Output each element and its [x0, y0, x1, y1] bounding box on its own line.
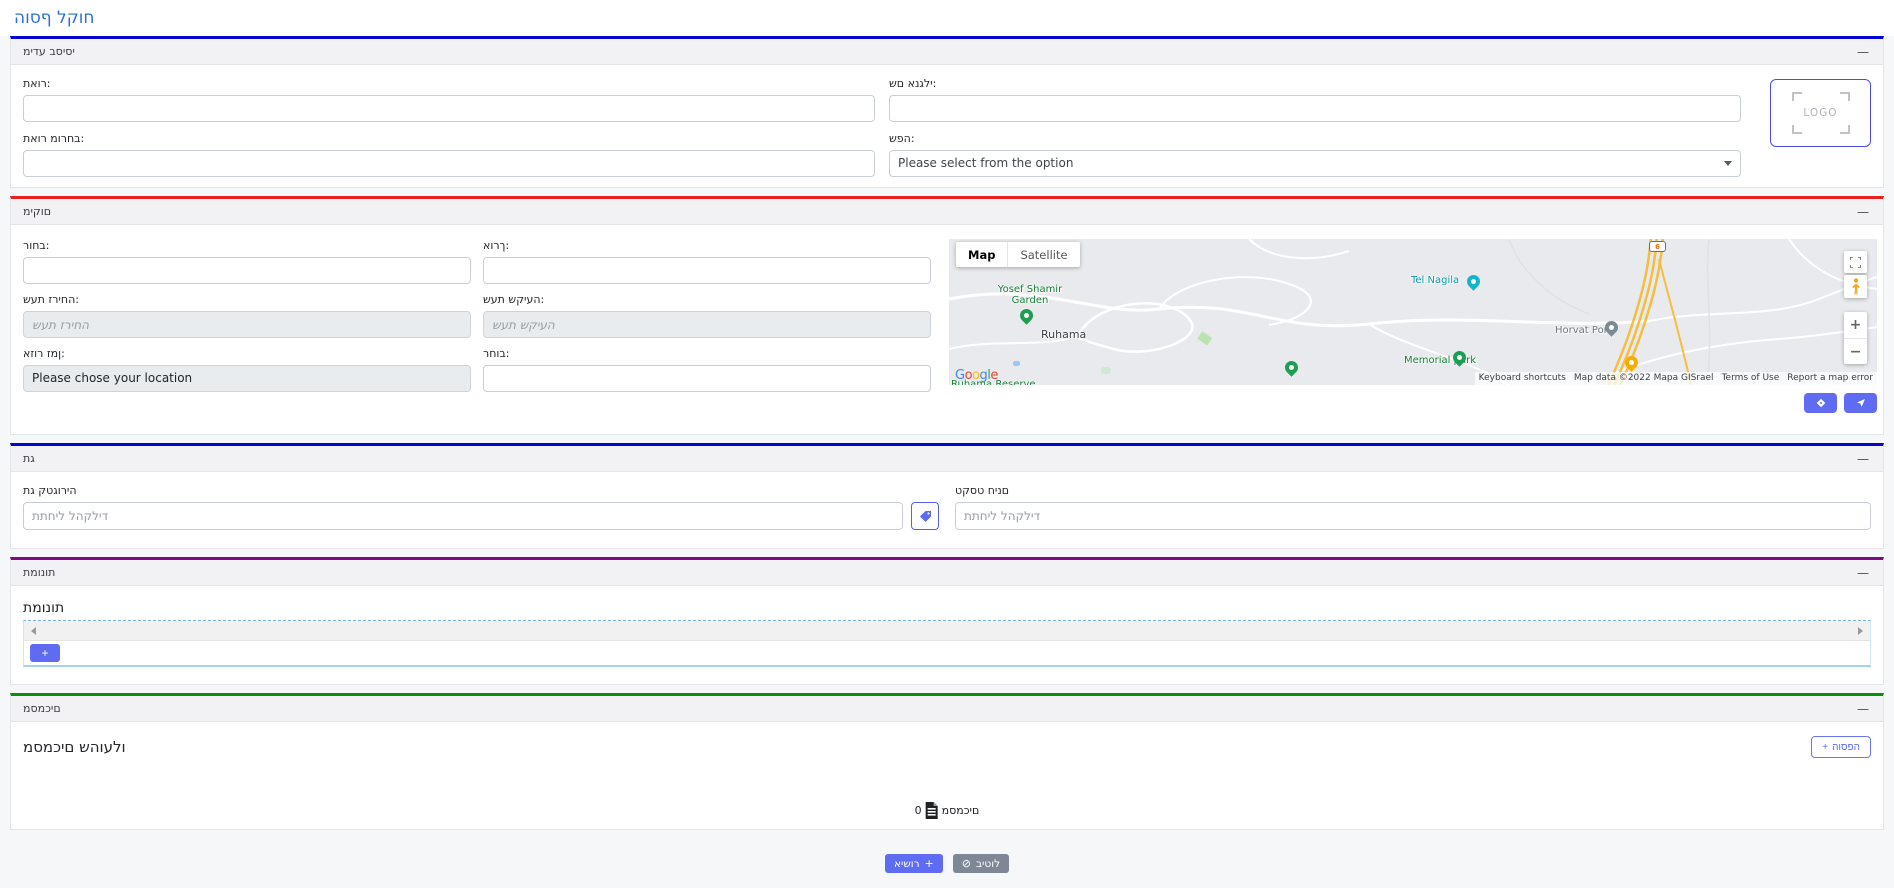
page-header: הוסף לקוח [0, 0, 1894, 36]
latitude-label: רוחב: [23, 239, 471, 252]
zoom-control: + − [1844, 312, 1867, 364]
section-documents-title: מסמכים [23, 702, 61, 715]
tag-picker-button[interactable] [911, 502, 939, 530]
zoom-in-button[interactable]: + [1844, 312, 1867, 338]
route-icon [1816, 398, 1826, 408]
document-icon [925, 802, 939, 819]
documents-count-label: מסמכים [942, 804, 980, 817]
navigate-button[interactable] [1844, 393, 1877, 413]
logo-corner-icon [1792, 125, 1802, 134]
description-label: תאור: [23, 77, 875, 90]
section-basic-info: מידע בסיסי — תאור: שם אנגלי: תאור מורחב:… [10, 36, 1884, 188]
map-marker-label: Ruhama [1041, 329, 1086, 340]
route-shield-icon: 6 [1649, 241, 1666, 252]
section-documents: מסמכים — מסמכים שהועלו + הוספה 0 מסמכים [10, 693, 1884, 830]
uploaded-documents-label: מסמכים שהועלו [23, 734, 1871, 756]
map-tab[interactable]: Map [956, 242, 1008, 267]
navigation-arrow-icon [1856, 398, 1866, 408]
section-images: תמונות — תמונות + [10, 557, 1884, 685]
logo-placeholder-text: LOGO [1800, 107, 1840, 119]
satellite-tab[interactable]: Satellite [1008, 242, 1079, 267]
documents-count-value: 0 [915, 804, 922, 817]
logo-corner-icon [1792, 92, 1802, 101]
english-name-label: שם אנגלי: [889, 77, 1741, 90]
section-location-title: מיקום [23, 205, 51, 218]
documents-count: 0 מסמכים [915, 802, 980, 819]
horizontal-scrollbar[interactable] [24, 621, 1870, 641]
timezone-select[interactable]: Please chose your location [23, 365, 471, 392]
longitude-input[interactable] [483, 257, 931, 284]
pegman-button[interactable] [1844, 275, 1867, 298]
scroll-right-icon[interactable] [1858, 627, 1863, 635]
section-tag-title: תג [23, 452, 35, 465]
locate-on-map-button[interactable] [1804, 393, 1837, 413]
timezone-label: אזור זמן: [23, 347, 471, 360]
plus-icon: + [1822, 742, 1828, 753]
extended-description-label: תאור מורחב: [23, 132, 875, 145]
collapse-icon[interactable]: — [1857, 46, 1869, 58]
free-text-input[interactable] [955, 502, 1871, 530]
street-input[interactable] [483, 365, 931, 392]
scroll-left-icon[interactable] [31, 627, 36, 635]
chevron-down-icon [1724, 161, 1732, 166]
section-tag: תג — תג קטגוריה טקסט חינם [10, 443, 1884, 549]
zoom-out-button[interactable]: − [1844, 338, 1867, 364]
collapse-icon[interactable]: — [1857, 206, 1869, 218]
images-list-label: תמונות [23, 600, 1871, 616]
language-label: שפה: [889, 132, 1741, 145]
terms-of-use-link[interactable]: Terms of Use [1718, 372, 1784, 385]
map-attribution: Keyboard shortcuts Map data ©2022 Mapa G… [1475, 372, 1877, 385]
sunrise-input [23, 311, 471, 338]
confirm-button[interactable]: אישור + [885, 854, 943, 873]
cancel-button[interactable]: ⊘ ביטול [953, 854, 1009, 873]
fullscreen-button[interactable] [1844, 251, 1867, 273]
map-marker-label: Yosef ShamirGarden [994, 284, 1066, 306]
tag-category-input[interactable] [23, 502, 903, 530]
map-marker-label: Tel Nagila [1411, 275, 1459, 286]
fullscreen-icon [1850, 257, 1861, 268]
map-action-buttons [1804, 393, 1877, 413]
sunrise-label: שעת זריחה: [23, 293, 471, 306]
section-basic-title: מידע בסיסי [23, 45, 75, 58]
map-type-control: Map Satellite [956, 242, 1080, 267]
free-text-label: טקסט חינם [955, 484, 1871, 497]
tag-category-label: תג קטגוריה [23, 484, 939, 497]
google-map[interactable]: 6 Yosef ShamirGarden Ruhama Tel Nagila H… [949, 239, 1877, 385]
collapse-icon[interactable]: — [1857, 703, 1869, 715]
sunset-input [483, 311, 931, 338]
longitude-label: אורך: [483, 239, 931, 252]
tag-icon [919, 510, 932, 523]
timezone-select-value: Please chose your location [32, 366, 192, 391]
add-document-button[interactable]: + הוספה [1811, 736, 1871, 758]
google-logo[interactable]: Google [955, 368, 998, 383]
language-select-value: Please select from the option [898, 151, 1073, 176]
pegman-icon [1851, 278, 1861, 295]
section-images-title: תמונות [23, 566, 55, 579]
street-label: רחוב: [483, 347, 931, 360]
plus-icon: + [925, 858, 934, 869]
cancel-icon: ⊘ [962, 858, 971, 869]
language-select[interactable]: Please select from the option [889, 150, 1741, 177]
logo-upload-box[interactable]: LOGO [1770, 79, 1871, 147]
latitude-input[interactable] [23, 257, 471, 284]
page-title: הוסף לקוח [14, 8, 95, 28]
description-input[interactable] [23, 95, 875, 122]
logo-corner-icon [1840, 125, 1850, 134]
sunset-label: שעת שקיעה: [483, 293, 931, 306]
extended-description-input[interactable] [23, 150, 875, 177]
footer-actions: אישור + ⊘ ביטול [0, 854, 1894, 873]
collapse-icon[interactable]: — [1857, 567, 1869, 579]
report-map-error-link[interactable]: Report a map error [1783, 372, 1877, 385]
logo-frame: LOGO [1792, 92, 1850, 134]
keyboard-shortcuts-link[interactable]: Keyboard shortcuts [1475, 372, 1570, 385]
section-location: מיקום — רוחב: אורך: שעת זריחה: שעת שקיעה… [10, 196, 1884, 435]
english-name-input[interactable] [889, 95, 1741, 122]
add-image-button[interactable]: + [30, 644, 60, 662]
map-data-text: Map data ©2022 Mapa GISrael [1570, 372, 1718, 385]
logo-corner-icon [1840, 92, 1850, 101]
collapse-icon[interactable]: — [1857, 453, 1869, 465]
images-scroll-area: + [23, 620, 1871, 667]
